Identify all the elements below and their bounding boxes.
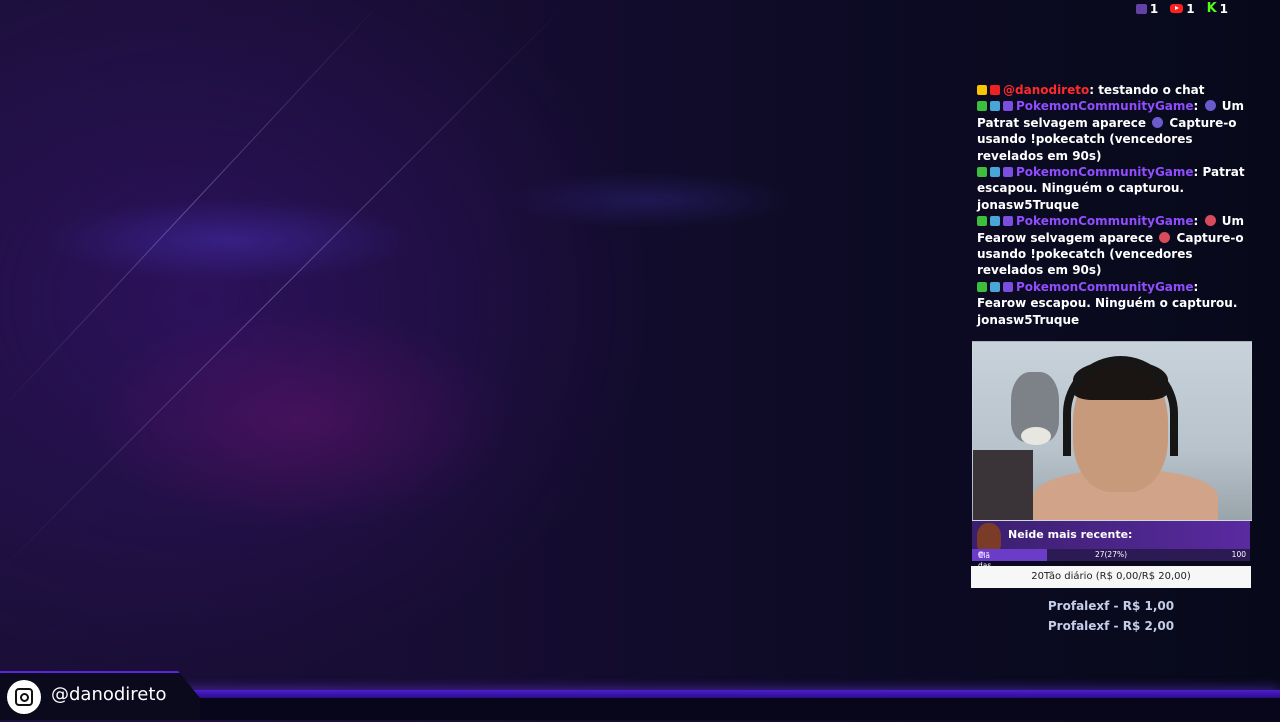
youtube-badge-icon (990, 85, 1000, 95)
goal-title: Neide mais recente: (1008, 528, 1133, 541)
avatar (977, 523, 1001, 551)
chat-username: PokemonCommunityGame (1016, 214, 1194, 229)
webcam-background (973, 450, 1033, 520)
bot-badge-icon (990, 167, 1000, 178)
chat-overlay: @danodireto: testando o chat PokemonComm… (977, 82, 1245, 328)
chat-message: PokemonCommunityGame: Patrat escapou. Ni… (977, 164, 1245, 213)
bot-badge-icon (990, 101, 1000, 112)
background-streak (0, 0, 383, 411)
chat-message: @danodireto: testando o chat (977, 82, 1245, 98)
chat-message: PokemonCommunityGame: Fearow escapou. Ni… (977, 279, 1245, 328)
goal-widget: Neide mais recente: Clã das Neides 27(27… (972, 521, 1250, 580)
donation-item: Profalexf - R$ 2,00 (1047, 619, 1175, 633)
check-badge-icon (977, 216, 987, 227)
donation-list: Profalexf - R$ 1,00 Profalexf - R$ 2,00 (972, 596, 1250, 636)
chat-text: : (1193, 99, 1203, 114)
twitch-badge-icon (1003, 281, 1013, 292)
chat-text: : testando o chat (1089, 83, 1205, 97)
social-handle: @danodireto (51, 684, 167, 705)
youtube-counter: 1 (1170, 1, 1195, 16)
chat-username: PokemonCommunityGame (1016, 279, 1194, 294)
chat-username: PokemonCommunityGame (1016, 165, 1194, 180)
donation-item: Profalexf - R$ 1,00 (1047, 599, 1175, 613)
twitch-badge-icon (1003, 167, 1013, 178)
bot-badge-icon (990, 281, 1000, 292)
webcam-feed (972, 341, 1252, 521)
goal-progress-text: 27(27%) (1094, 550, 1128, 559)
daily-goal-bar: 20Tão diário (R$ 0,00/R$ 20,00) (971, 566, 1251, 588)
goal-progress-bar: Clã das Neides 27(27%) 100 (972, 549, 1250, 580)
twitch-badge-icon (1003, 101, 1013, 112)
chat-username: PokemonCommunityGame (1016, 99, 1194, 114)
viewer-counters: 1 1 K 1 (1135, 1, 1228, 16)
check-badge-icon (977, 281, 987, 292)
pokemon-icon (1204, 100, 1216, 112)
pokemon-icon (1159, 231, 1171, 243)
background-streak (0, 4, 567, 571)
chat-username: @danodireto (1003, 83, 1090, 97)
kick-count: 1 (1219, 1, 1228, 16)
bot-badge-icon (990, 216, 1000, 227)
youtube-count: 1 (1186, 1, 1195, 16)
goal-max: 100 (1231, 550, 1246, 559)
pokemon-icon (1204, 215, 1216, 227)
twitch-counter: 1 (1135, 1, 1159, 16)
chat-text: : (1193, 214, 1203, 229)
check-badge-icon (977, 167, 987, 178)
kick-icon: K (1206, 1, 1217, 16)
instagram-icon (7, 680, 41, 714)
crown-badge-icon (977, 85, 987, 95)
check-badge-icon (977, 101, 987, 112)
twitch-icon (1135, 3, 1147, 14)
twitch-count: 1 (1149, 1, 1159, 16)
chat-message: PokemonCommunityGame: Um Patrat selvagem… (977, 98, 1245, 164)
kick-counter: K 1 (1207, 1, 1228, 16)
twitch-badge-icon (1003, 216, 1013, 227)
youtube-icon (1170, 4, 1184, 13)
pokemon-icon (1152, 116, 1164, 128)
plush-toy-face (1021, 427, 1051, 445)
chat-message: PokemonCommunityGame: Um Fearow selvagem… (977, 213, 1245, 279)
